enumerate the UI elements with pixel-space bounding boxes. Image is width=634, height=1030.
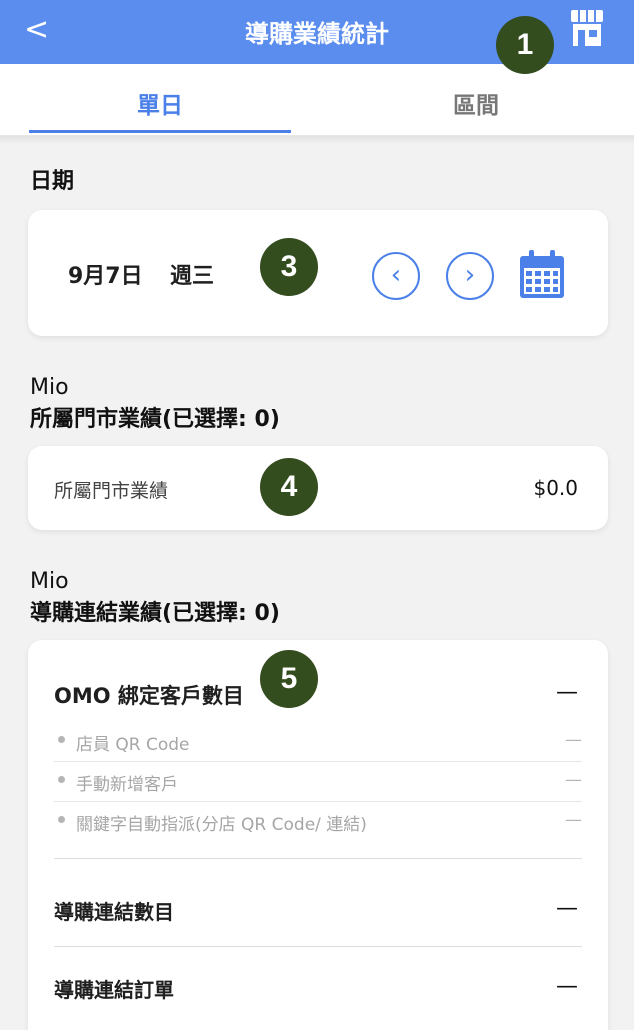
bullet (58, 736, 65, 743)
active-tab-indicator (29, 130, 291, 133)
sub-item-value: — (565, 730, 582, 750)
bullet (58, 776, 65, 783)
previous-day-button[interactable]: ‹ (372, 252, 420, 300)
tab-single-day[interactable]: 單日 (29, 86, 291, 120)
store-performance-value: $0.0 (533, 476, 578, 500)
list-item: 店員 QR Code — (54, 722, 582, 762)
sub-item-label: 店員 QR Code (76, 735, 190, 755)
link-performance-card: OMO 綁定客戶數目 — 店員 QR Code — 手動新增客戶 — 關鍵字自動… (28, 640, 608, 1030)
store-icon[interactable] (568, 8, 606, 48)
link-count-label[interactable]: 導購連結數目 (54, 896, 174, 925)
store-section-title: 所屬門市業績(已選擇: 0) (30, 407, 280, 432)
annotation-badge-4: 4 (260, 458, 318, 516)
annotation-badge-5: 5 (260, 650, 318, 708)
divider (54, 858, 582, 859)
annotation-badge-3: 3 (260, 238, 318, 296)
link-count-value: — (556, 896, 578, 921)
bullet (58, 816, 65, 823)
link-section-title: 導購連結業績(已選擇: 0) (30, 601, 280, 626)
tab-bar: 單日 區間 (0, 64, 634, 136)
store-performance-card: 所屬門市業績 $0.0 (28, 446, 608, 530)
list-item: 手動新增客戶 — (54, 762, 582, 802)
link-section-name: Mio (30, 569, 69, 594)
tab-date-range[interactable]: 區間 (345, 86, 607, 120)
sub-item-label: 手動新增客戶 (76, 775, 178, 795)
calendar-icon[interactable] (518, 248, 566, 300)
list-item: 關鍵字自動指派(分店 QR Code/ 連結) — (54, 802, 582, 842)
store-section-label: Mio 所屬門市業績(已選擇: 0) (30, 372, 280, 436)
divider (54, 946, 582, 947)
annotation-badge-1: 1 (496, 16, 554, 74)
store-section-name: Mio (30, 375, 69, 400)
sub-item-value: — (565, 770, 582, 790)
store-performance-label: 所屬門市業績 (54, 480, 169, 502)
omo-customers-value: — (556, 680, 578, 705)
tab-shadow (0, 136, 634, 144)
link-orders-value: — (556, 974, 578, 999)
omo-customers-title[interactable]: OMO 綁定客戶數目 (54, 680, 244, 710)
sub-item-label: 關鍵字自動指派(分店 QR Code/ 連結) (76, 815, 367, 835)
date-card: 9月7日 週三 ‹ › (28, 210, 608, 336)
selected-weekday: 週三 (170, 264, 215, 289)
date-section-label: 日期 (30, 169, 75, 194)
link-orders-label[interactable]: 導購連結訂單 (54, 974, 174, 1003)
next-day-button[interactable]: › (446, 252, 494, 300)
selected-date: 9月7日 (68, 264, 143, 289)
sub-item-value: — (565, 810, 582, 830)
link-section-label: Mio 導購連結業績(已選擇: 0) (30, 566, 280, 630)
